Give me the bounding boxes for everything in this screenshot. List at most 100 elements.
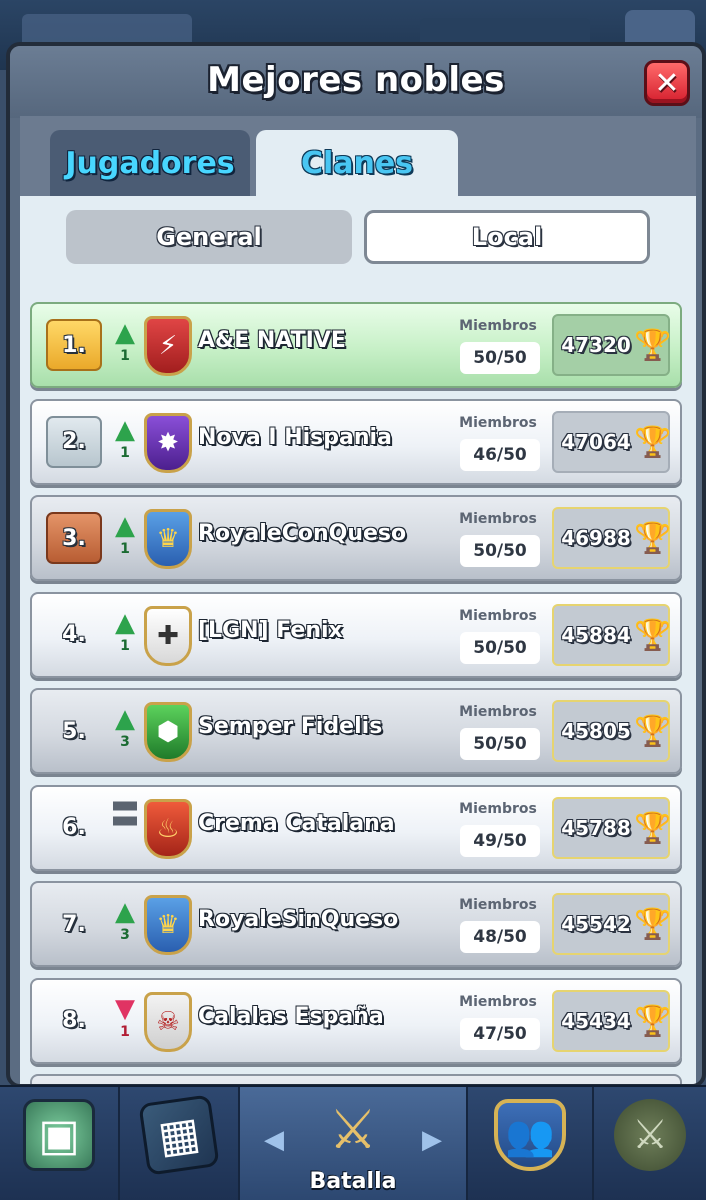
members-count: 50/50 — [460, 728, 540, 760]
members-label: Miembros — [459, 800, 537, 817]
filter-local-button[interactable]: Local — [364, 210, 650, 264]
clan-badge-icon: ⬢ — [144, 702, 192, 762]
trend-indicator: 〓 — [110, 797, 140, 857]
members-label: Miembros — [459, 704, 537, 720]
trophy-score: 45884 🏆 — [552, 603, 672, 666]
battle-label: Batalla — [309, 1169, 397, 1194]
tabs-strip: Jugadores Clanes — [20, 116, 696, 196]
clan-name: Calalas España — [198, 1003, 384, 1029]
trophy-count: 45884 — [561, 622, 631, 647]
nav-cards[interactable]: ▦ — [120, 1087, 240, 1200]
trophy-count: 45788 — [561, 815, 631, 840]
clan-badge-icon: ⚡ — [144, 316, 192, 376]
trophy-score: 45542 🏆 — [552, 893, 672, 955]
trend-indicator: ▲ 3 — [110, 899, 140, 953]
cards-icon: ▦ — [138, 1094, 220, 1176]
nav-clan[interactable]: 👥 — [468, 1087, 594, 1200]
trophy-icon: 🏆 — [634, 617, 672, 653]
arrow-up-icon: ▲ — [115, 414, 135, 445]
clan-name: Semper Fidelis — [198, 714, 383, 739]
clan-list[interactable]: 1. ▲ 1 ⚡ A&E NATIVE Miembros 50/50 47320 🏆 2. ▲ 1 ✸ N… — [30, 302, 682, 1084]
trophy-score: 45805 🏆 — [552, 700, 672, 762]
trophy-icon: 🏆 — [634, 810, 672, 846]
trend-count: 1 — [120, 444, 130, 461]
rank-badge: 2. — [46, 415, 102, 468]
clan-row[interactable]: 7. ▲ 3 ♛ RoyaleSinQueso Miembros 48/50 45542 🏆 — [30, 881, 682, 967]
trophy-score: 47064 🏆 — [552, 410, 672, 473]
close-button[interactable]: ✕ — [644, 60, 690, 106]
clan-icon: 👥 — [494, 1099, 566, 1171]
filter-general-button[interactable]: General — [66, 210, 352, 264]
tournament-icon: ⚔ — [614, 1099, 686, 1171]
members-count: 48/50 — [460, 921, 540, 953]
trophy-icon: 🏆 — [634, 1003, 672, 1039]
trend-count: 1 — [120, 637, 130, 654]
members-label: Miembros — [459, 897, 537, 913]
rank-badge: 8. — [62, 1008, 86, 1033]
rank-badge: 3. — [46, 512, 102, 564]
clan-row[interactable]: 8. ▼ 1 ☠ Calalas España Miembros 47/50 45434 🏆 — [30, 977, 682, 1064]
clan-row[interactable]: 2. ▲ 1 ✸ Nova I Hispania Miembros 46/50 47064 🏆 — [30, 398, 682, 485]
bottom-navigation: ▣ ▦ ◀ ⚔ ▶ Batalla 👥 ⚔ — [0, 1085, 706, 1200]
modal-header: Mejores nobles ✕ — [10, 46, 702, 118]
trophy-icon: 🏆 — [634, 424, 672, 460]
clan-row[interactable]: 5. ▲ 3 ⬢ Semper Fidelis Miembros 50/50 45805 🏆 — [30, 688, 682, 774]
trophy-icon: 🏆 — [634, 907, 672, 942]
clan-badge-icon: ♨ — [144, 798, 192, 859]
trend-indicator: ▲ 1 — [110, 320, 140, 374]
trophy-icon: 🏆 — [634, 714, 672, 749]
clan-badge-icon: ☠ — [144, 991, 192, 1052]
nav-tournaments[interactable]: ⚔ — [594, 1087, 706, 1200]
modal-title: Mejores nobles — [207, 60, 505, 100]
trophy-count: 45434 — [561, 1008, 631, 1033]
trophy-score: 45788 🏆 — [552, 796, 672, 859]
rank-badge: 5. — [62, 718, 86, 744]
clan-row[interactable]: 6. 〓 ♨ Crema Catalana Miembros 49/50 45788 🏆 — [30, 784, 682, 871]
members-count: 46/50 — [460, 438, 540, 471]
members-count: 47/50 — [460, 1017, 540, 1050]
members-label: Miembros — [459, 993, 537, 1010]
chest-icon: ▣ — [23, 1099, 95, 1171]
equal-icon: 〓 — [110, 797, 140, 833]
tab-players[interactable]: Jugadores — [50, 130, 250, 196]
clan-name: RoyaleConQueso — [198, 521, 407, 546]
members-label: Miembros — [459, 414, 537, 431]
trophy-count: 46988 — [561, 526, 631, 550]
tab-content: General Local 1. ▲ 1 ⚡ A&E NATIVE Miembros 50/… — [20, 196, 696, 1084]
leaderboard-modal: Mejores nobles ✕ Jugadores Clanes Genera… — [6, 42, 706, 1088]
trend-count: 3 — [120, 927, 130, 943]
nav-battle[interactable]: ◀ ⚔ ▶ Batalla — [240, 1087, 468, 1200]
clan-badge-icon: ✚ — [144, 605, 192, 666]
modal-body: Jugadores Clanes General Local 1. ▲ 1 ⚡ A&E … — [20, 116, 696, 1084]
clan-name: RoyaleSinQueso — [198, 907, 399, 932]
members-label: Miembros — [459, 318, 537, 334]
rank-badge: 7. — [62, 911, 86, 937]
nav-shop[interactable]: ▣ — [0, 1087, 120, 1200]
clan-name: A&E NATIVE — [198, 328, 346, 353]
tab-clans[interactable]: Clanes — [256, 130, 458, 196]
trend-count: 1 — [120, 541, 130, 557]
rank-badge: 1. — [46, 319, 102, 371]
trend-indicator: ▼ 1 — [110, 996, 140, 1050]
trend-count: 1 — [120, 348, 130, 364]
trophy-count: 47320 — [561, 333, 631, 357]
trophy-score: 45434 🏆 — [552, 989, 672, 1052]
trend-indicator: ▲ 1 — [110, 610, 140, 664]
clan-row[interactable]: 3. ▲ 1 ♛ RoyaleConQueso Miembros 50/50 46988 🏆 — [30, 495, 682, 581]
trend-indicator: ▲ 3 — [110, 706, 140, 760]
members-label: Miembros — [459, 511, 537, 527]
clan-name: Nova I Hispania — [198, 424, 392, 450]
rank-badge: 4. — [62, 622, 86, 647]
members-count: 50/50 — [460, 535, 540, 567]
arrow-up-icon: ▲ — [115, 511, 135, 541]
clan-badge-icon: ✸ — [144, 412, 192, 473]
arrow-right-icon: ▶ — [422, 1125, 442, 1155]
arrow-up-icon: ▲ — [115, 704, 135, 734]
trend-count: 1 — [120, 1023, 130, 1040]
clan-row[interactable]: 4. ▲ 1 ✚ [LGN] Fenix Miembros 50/50 45884 🏆 — [30, 591, 682, 678]
members-count: 50/50 — [460, 342, 540, 374]
trophy-count: 45542 — [561, 912, 631, 936]
clan-row[interactable]: 1. ▲ 1 ⚡ A&E NATIVE Miembros 50/50 47320 🏆 — [30, 302, 682, 388]
arrow-up-icon: ▲ — [115, 897, 135, 927]
clan-name: [LGN] Fenix — [198, 617, 343, 643]
